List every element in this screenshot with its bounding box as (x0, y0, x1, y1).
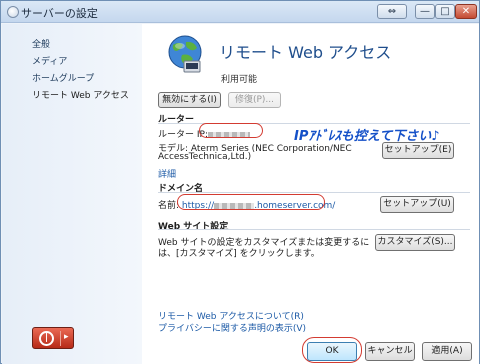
sidebar-item-remote-web-access[interactable]: リモート Web アクセス (32, 88, 129, 101)
repair-button[interactable]: 修復(P)... (228, 92, 281, 108)
apply-button[interactable]: 適用(A) (422, 342, 472, 361)
privacy-statement-link[interactable]: プライバシーに関する声明の表示(V) (158, 321, 306, 334)
details-link[interactable]: 詳細 (158, 167, 176, 180)
website-section-title: Web サイト設定 (158, 222, 229, 232)
main-panel: リモート Web アクセス 利用可能 無効にする(I) 修復(P)... ルータ… (142, 24, 479, 364)
button-separator (60, 331, 61, 346)
ok-button[interactable]: OK (307, 342, 357, 361)
title-bar: サーバーの設定 ⇔ — □ ✕ (1, 1, 479, 23)
router-model-line-2: AccessTechnica,Ltd.) (158, 152, 252, 162)
shutdown-button[interactable]: | ▸ (32, 327, 74, 349)
help-icon: ⇔ (387, 6, 397, 17)
website-description-2: は、[カスタマイズ] をクリックします。 (158, 249, 320, 259)
window-title: サーバーの設定 (21, 7, 98, 20)
settings-window: サーバーの設定 ⇔ — □ ✕ 全般 メディア ホームグループ リモート Web… (0, 0, 480, 364)
power-icon: | (39, 331, 54, 346)
help-button[interactable]: ⇔ (377, 4, 407, 19)
minimize-button[interactable]: — (415, 4, 435, 19)
divider (158, 192, 470, 193)
divider (158, 229, 470, 230)
sidebar-item-media[interactable]: メディア (32, 54, 67, 67)
domain-name-label: 名前: (158, 201, 180, 211)
close-button[interactable]: ✕ (455, 4, 477, 19)
router-setup-button[interactable]: セットアップ(E) (382, 142, 454, 159)
cancel-button[interactable]: キャンセル (365, 342, 415, 361)
sidebar: 全般 メディア ホームグループ リモート Web アクセス | ▸ (2, 24, 142, 364)
domain-setup-button[interactable]: セットアップ(U) (380, 196, 454, 213)
sidebar-item-general[interactable]: 全般 (32, 37, 50, 50)
maximize-button[interactable]: □ (435, 4, 455, 19)
globe-icon (168, 35, 202, 73)
annotation-note: IPｱﾄﾞﾚｽも控えて下さい♪ (294, 129, 440, 144)
app-icon (7, 6, 19, 18)
status-text: 利用可能 (221, 75, 258, 85)
customize-button[interactable]: カスタマイズ(S)... (375, 234, 455, 251)
arrow-right-icon: ▸ (64, 332, 69, 342)
disable-button[interactable]: 無効にする(I) (158, 92, 221, 108)
url-highlight-oval (177, 194, 325, 210)
ip-highlight-oval (199, 123, 263, 138)
sidebar-item-homegroup[interactable]: ホームグループ (32, 71, 94, 84)
page-title: リモート Web アクセス (219, 43, 392, 62)
